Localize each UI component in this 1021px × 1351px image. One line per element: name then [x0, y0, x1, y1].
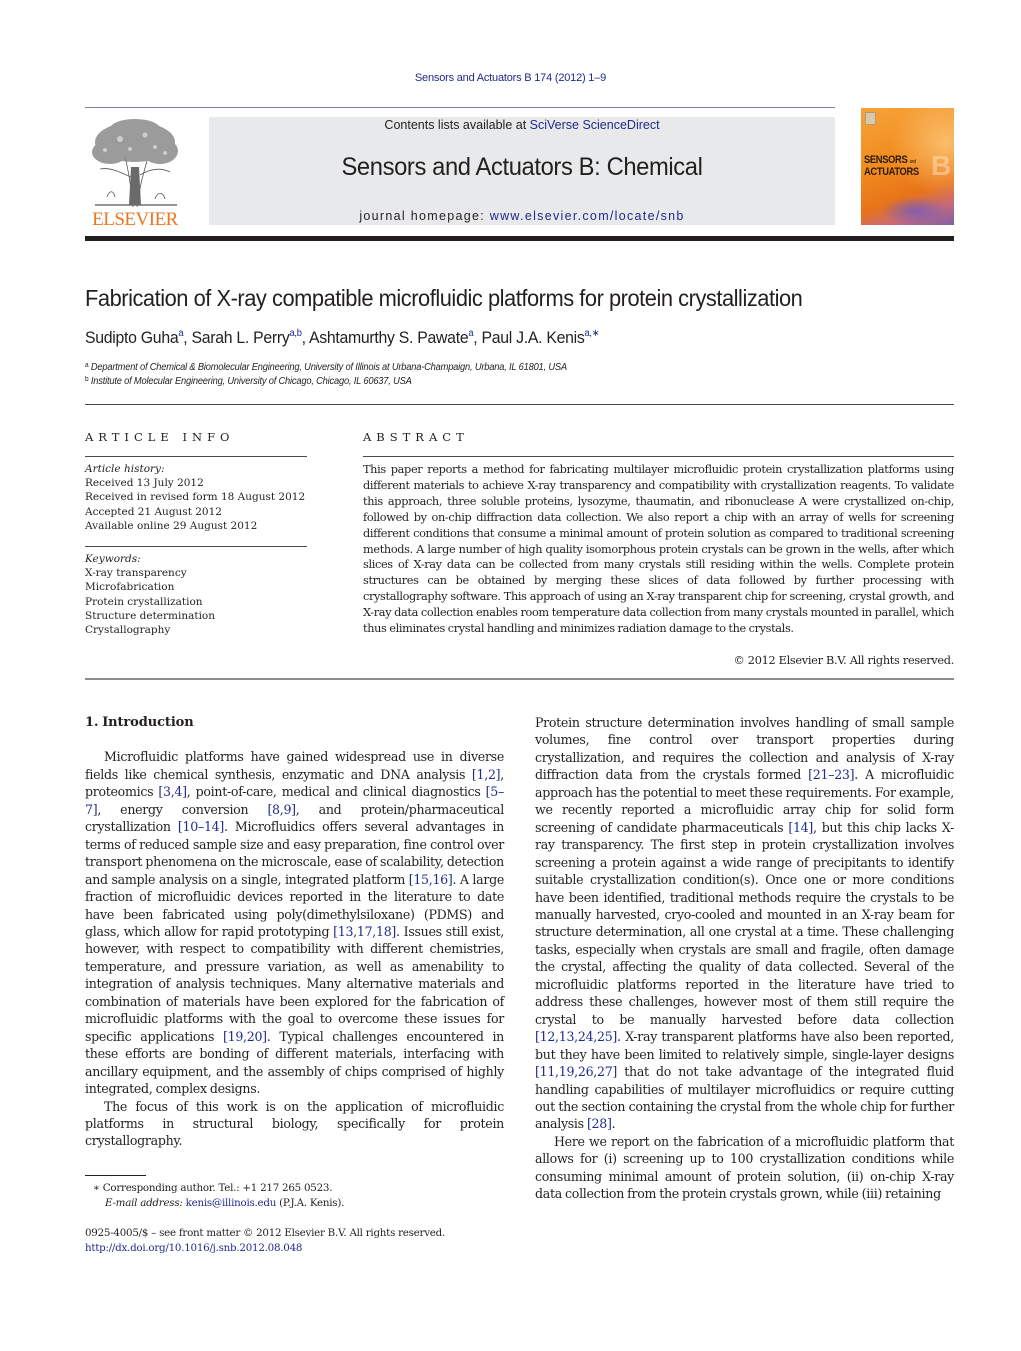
email-suffix: (P.J.A. Kenis).	[276, 1196, 345, 1209]
cover-elsevier-mini-logo	[865, 112, 876, 125]
author-name: Ashtamurthy S. Pawate	[308, 328, 469, 347]
article-history-label: Article history:	[85, 463, 165, 475]
citation-link[interactable]: [14]	[788, 820, 813, 835]
citation-link[interactable]: [12,13,24,25]	[535, 1029, 617, 1044]
paragraph: Here we report on the fabrication of a m…	[535, 1133, 954, 1202]
footnote-star: ∗	[93, 1182, 100, 1194]
corresponding-author-footnote: ∗ Corresponding author. Tel.: +1 217 265…	[85, 1181, 344, 1210]
abstract-text: This paper reports a method for fabricat…	[363, 463, 954, 636]
keyword: Protein crystallization	[85, 595, 203, 608]
email-label: E-mail address:	[105, 1196, 183, 1209]
cover-letter: B	[931, 150, 952, 181]
author-name: Sarah L. Perry	[191, 328, 290, 347]
abstract-copyright: © 2012 Elsevier B.V. All rights reserved…	[733, 654, 955, 667]
contents-prefix: Contents lists available at	[384, 118, 530, 132]
keyword: X-ray transparency	[85, 567, 187, 580]
journal-cover-image: B SENSORS and ACTUATORS	[861, 108, 954, 225]
issn-line: 0925-4005/$ – see front matter © 2012 El…	[85, 1227, 445, 1239]
cover-title-line2: ACTUATORS	[864, 166, 919, 178]
journal-title: Sensors and Actuators B: Chemical	[341, 153, 703, 181]
article-info-heading: ARTICLE INFO	[85, 430, 235, 444]
keyword: Crystallography	[85, 624, 171, 637]
abstract-rule	[363, 456, 954, 457]
contents-line: Contents lists available at SciVerse Sci…	[209, 118, 835, 132]
email-link[interactable]: kenis@illinois.edu	[186, 1197, 277, 1209]
author-name: Sudipto Guha	[85, 328, 179, 347]
author-name: Paul J.A. Kenis	[481, 328, 585, 347]
body-column-left: 1. Introduction Microfluidic platforms h…	[85, 714, 504, 1150]
front-matter-info: 0925-4005/$ – see front matter © 2012 El…	[85, 1226, 445, 1256]
homepage-prefix: journal homepage:	[359, 209, 490, 223]
elsevier-wordmark: ELSEVIER	[92, 209, 178, 230]
citation-link[interactable]: [1,2]	[472, 767, 501, 782]
citation-link[interactable]: [19,20]	[223, 1029, 267, 1044]
citation-link[interactable]: [13,17,18]	[333, 924, 396, 939]
citation-link[interactable]: [3,4]	[158, 784, 187, 799]
article-history: Article history: Received 13 July 2012 R…	[85, 462, 305, 533]
body-column-right: Protein structure determination involves…	[535, 714, 954, 1203]
keyword: Microfabrication	[85, 581, 175, 594]
front-matter-divider	[85, 678, 954, 680]
cover-title-line1: SENSORS and	[864, 154, 916, 166]
citation-link[interactable]: [21–23]	[808, 767, 854, 782]
history-item: Received 13 July 2012	[85, 477, 204, 490]
affiliation-b: b Institute of Molecular Engineering, Un…	[85, 376, 412, 387]
journal-citation-link[interactable]: Sensors and Actuators B 174 (2012) 1–9	[0, 72, 1021, 84]
header-rule	[85, 107, 835, 108]
footnote-rule	[85, 1175, 146, 1176]
corresponding-author-text: Corresponding author. Tel.: +1 217 265 0…	[102, 1182, 333, 1194]
doi-link[interactable]: http://dx.doi.org/10.1016/j.snb.2012.08.…	[85, 1242, 302, 1254]
section-divider	[85, 404, 954, 405]
history-item: Received in revised form 18 August 2012	[85, 491, 306, 504]
homepage-link[interactable]: www.elsevier.com/locate/snb	[490, 209, 685, 223]
citation-link[interactable]: [28]	[587, 1116, 612, 1131]
paragraph: Protein structure determination involves…	[535, 715, 955, 1132]
keywords-label: Keywords:	[85, 553, 141, 565]
affiliation-link[interactable]: a	[178, 328, 183, 339]
citation-link[interactable]: [10–14]	[178, 819, 224, 834]
paragraph: The focus of this work is on the applica…	[85, 1098, 504, 1149]
keywords-rule	[85, 546, 307, 547]
citation-link[interactable]: [11,19,26,27]	[535, 1064, 617, 1079]
paragraph: Microfluidic platforms have gained wides…	[85, 749, 505, 1097]
affiliation-a: a Department of Chemical & Biomolecular …	[85, 362, 567, 373]
history-item: Available online 29 August 2012	[85, 519, 258, 532]
keyword: Structure determination	[85, 609, 216, 622]
affiliation-link[interactable]: a,∗	[585, 328, 600, 339]
tree-icon	[92, 119, 178, 208]
journal-banner: Contents lists available at SciVerse Sci…	[209, 117, 835, 225]
abstract-heading: ABSTRACT	[363, 430, 469, 444]
header-thick-rule	[85, 236, 954, 241]
affiliation-link[interactable]: a	[468, 328, 473, 339]
paper-title: Fabrication of X-ray compatible microflu…	[85, 285, 803, 311]
history-item: Accepted 21 August 2012	[85, 505, 222, 518]
sciencedirect-link[interactable]: SciVerse ScienceDirect	[530, 118, 660, 132]
keywords: Keywords: X-ray transparency Microfabric…	[85, 552, 215, 637]
section-heading-introduction: 1. Introduction	[85, 715, 194, 730]
homepage-line: journal homepage: www.elsevier.com/locat…	[209, 209, 835, 223]
citation-link[interactable]: [15,16]	[409, 872, 453, 887]
article-info-rule	[85, 456, 307, 457]
citation-link[interactable]: [8,9]	[267, 802, 296, 817]
author-list: Sudipto Guhaa, Sarah L. Perrya,b, Ashtam…	[85, 328, 600, 347]
affiliation-link[interactable]: a,b	[290, 328, 302, 339]
